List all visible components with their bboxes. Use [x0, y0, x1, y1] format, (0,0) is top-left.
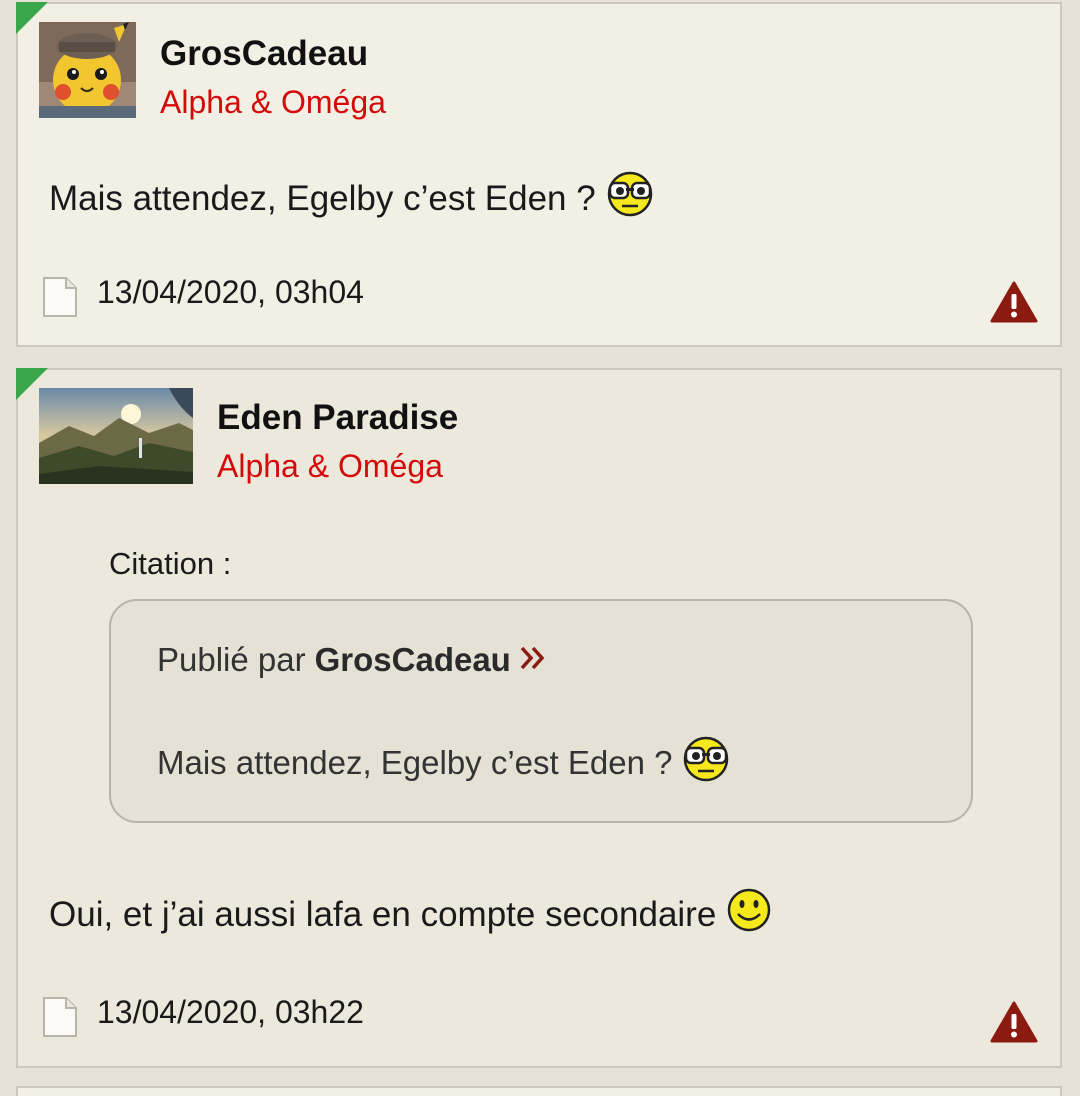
- post-author-group: Alpha & Oméga: [160, 84, 386, 120]
- post-author[interactable]: GrosCadeau: [160, 34, 368, 74]
- warning-icon[interactable]: [989, 280, 1039, 329]
- quote-block: Publié par GrosCadeau Mais attendez, Ege…: [109, 599, 973, 823]
- double-chevron-right-icon[interactable]: [519, 641, 547, 679]
- quote-text: Mais attendez, Egelby c’est Eden ?: [157, 735, 730, 791]
- post-date: 13/04/2020, 03h22: [97, 994, 364, 1030]
- quote-published-by: Publié par: [157, 641, 306, 678]
- forum-post: Eden Paradise Alpha & Oméga Citation : P…: [16, 368, 1062, 1068]
- post-content-text: Mais attendez, Egelby c’est Eden ?: [49, 178, 596, 218]
- avatar[interactable]: [39, 388, 193, 484]
- post-author[interactable]: Eden Paradise: [217, 398, 458, 438]
- warning-icon[interactable]: [989, 1000, 1039, 1049]
- glasses-smiley-icon: [682, 735, 730, 791]
- forum-post: GrosCadeau Alpha & Oméga Mais attendez, …: [16, 2, 1062, 347]
- quote-text-body: Mais attendez, Egelby c’est Eden ?: [157, 744, 673, 781]
- post-date: 13/04/2020, 03h04: [97, 274, 364, 310]
- post-content: Mais attendez, Egelby c’est Eden ?: [49, 170, 654, 227]
- next-post-edge: [16, 1086, 1062, 1096]
- quote-author[interactable]: GrosCadeau: [315, 641, 511, 679]
- smile-icon: [726, 887, 772, 942]
- quote-label: Citation :: [109, 546, 232, 581]
- post-content-text: Oui, et j’ai aussi lafa en compte second…: [49, 894, 717, 934]
- avatar[interactable]: [39, 22, 136, 118]
- document-icon[interactable]: [42, 996, 78, 1043]
- post-content: Oui, et j’ai aussi lafa en compte second…: [49, 887, 772, 942]
- document-icon[interactable]: [42, 276, 78, 323]
- post-author-group: Alpha & Oméga: [217, 448, 443, 484]
- quote-header: Publié par GrosCadeau: [157, 641, 547, 679]
- glasses-smiley-icon: [606, 170, 654, 227]
